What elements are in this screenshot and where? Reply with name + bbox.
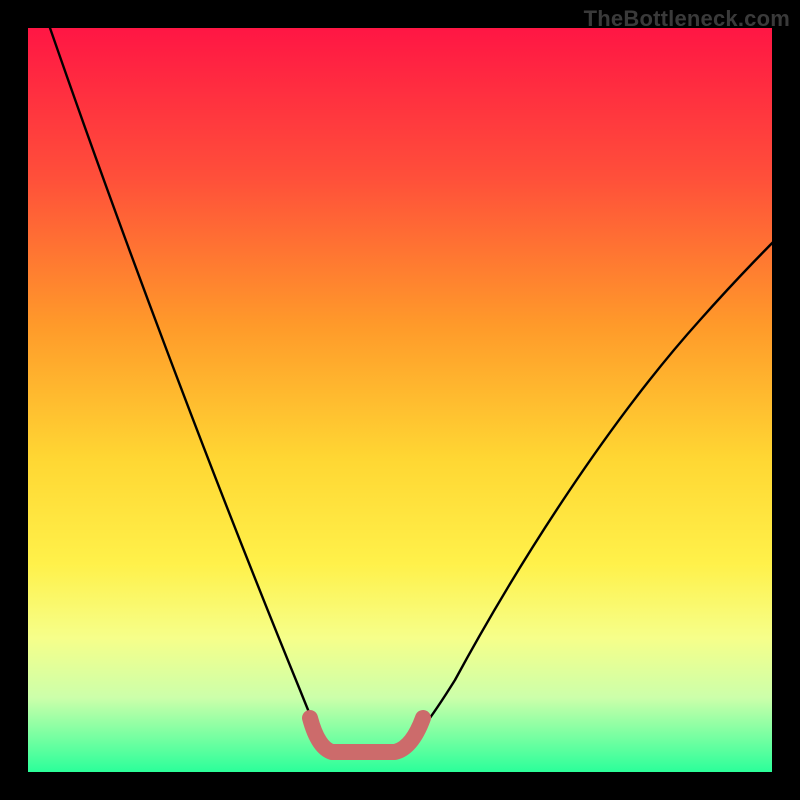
bottleneck-chart [0,0,800,800]
chart-frame: TheBottleneck.com [0,0,800,800]
plot-area [28,28,772,772]
watermark-text: TheBottleneck.com [584,6,790,32]
